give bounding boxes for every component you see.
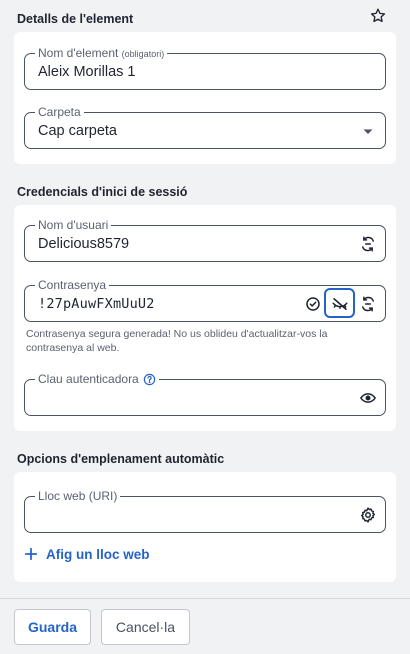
footer-bar: Guarda Cancel·la bbox=[0, 598, 410, 654]
item-name-value[interactable]: Aleix Morillas 1 bbox=[38, 54, 136, 90]
favorite-star-icon[interactable] bbox=[369, 7, 387, 25]
generate-username-refresh-icon[interactable] bbox=[359, 235, 377, 253]
totp-label: Clau autenticadora bbox=[38, 372, 139, 386]
totp-field[interactable]: Clau autenticadora bbox=[24, 372, 386, 416]
section-title-item-details: Detalls de l'element bbox=[17, 12, 134, 26]
item-details-card: Nom d'element (obligatori) Aleix Morilla… bbox=[14, 32, 396, 164]
password-field[interactable]: Contrasenya !27pAuwFXmUuU2 bbox=[24, 278, 386, 322]
autofill-card: Lloc web (URI) Afig un lloc web bbox=[14, 472, 396, 582]
uri-label: Lloc web (URI) bbox=[35, 489, 121, 503]
check-circle-icon[interactable] bbox=[304, 295, 322, 313]
eye-icon[interactable] bbox=[359, 389, 377, 407]
password-value[interactable]: !27pAuwFXmUuU2 bbox=[38, 286, 155, 322]
password-hint: Contrasenya segura generada! No us oblid… bbox=[26, 328, 328, 354]
cancel-button[interactable]: Cancel·la bbox=[101, 609, 190, 645]
save-button[interactable]: Guarda bbox=[14, 609, 91, 645]
eye-slash-icon[interactable] bbox=[331, 295, 349, 313]
uri-field[interactable]: Lloc web (URI) bbox=[24, 489, 386, 533]
plus-icon bbox=[24, 547, 38, 561]
folder-select[interactable]: Carpeta Cap carpeta bbox=[24, 105, 386, 149]
caret-down-icon[interactable] bbox=[359, 122, 377, 140]
item-name-field[interactable]: Nom d'element (obligatori) Aleix Morilla… bbox=[24, 46, 386, 90]
section-title-autofill: Opcions d'emplenament automàtic bbox=[17, 452, 225, 466]
question-circle-icon[interactable] bbox=[143, 373, 156, 386]
add-website-button[interactable]: Afig un lloc web bbox=[24, 544, 150, 564]
credentials-card: Nom d'usuari Delicious8579 Contrasenya !… bbox=[14, 205, 396, 431]
username-field[interactable]: Nom d'usuari Delicious8579 bbox=[24, 218, 386, 262]
folder-value[interactable]: Cap carpeta bbox=[38, 113, 117, 149]
generate-password-refresh-icon[interactable] bbox=[359, 295, 377, 313]
gear-icon[interactable] bbox=[359, 506, 377, 524]
username-value[interactable]: Delicious8579 bbox=[38, 226, 129, 262]
add-website-label: Afig un lloc web bbox=[46, 546, 150, 562]
section-title-credentials: Credencials d'inici de sessió bbox=[17, 185, 188, 199]
